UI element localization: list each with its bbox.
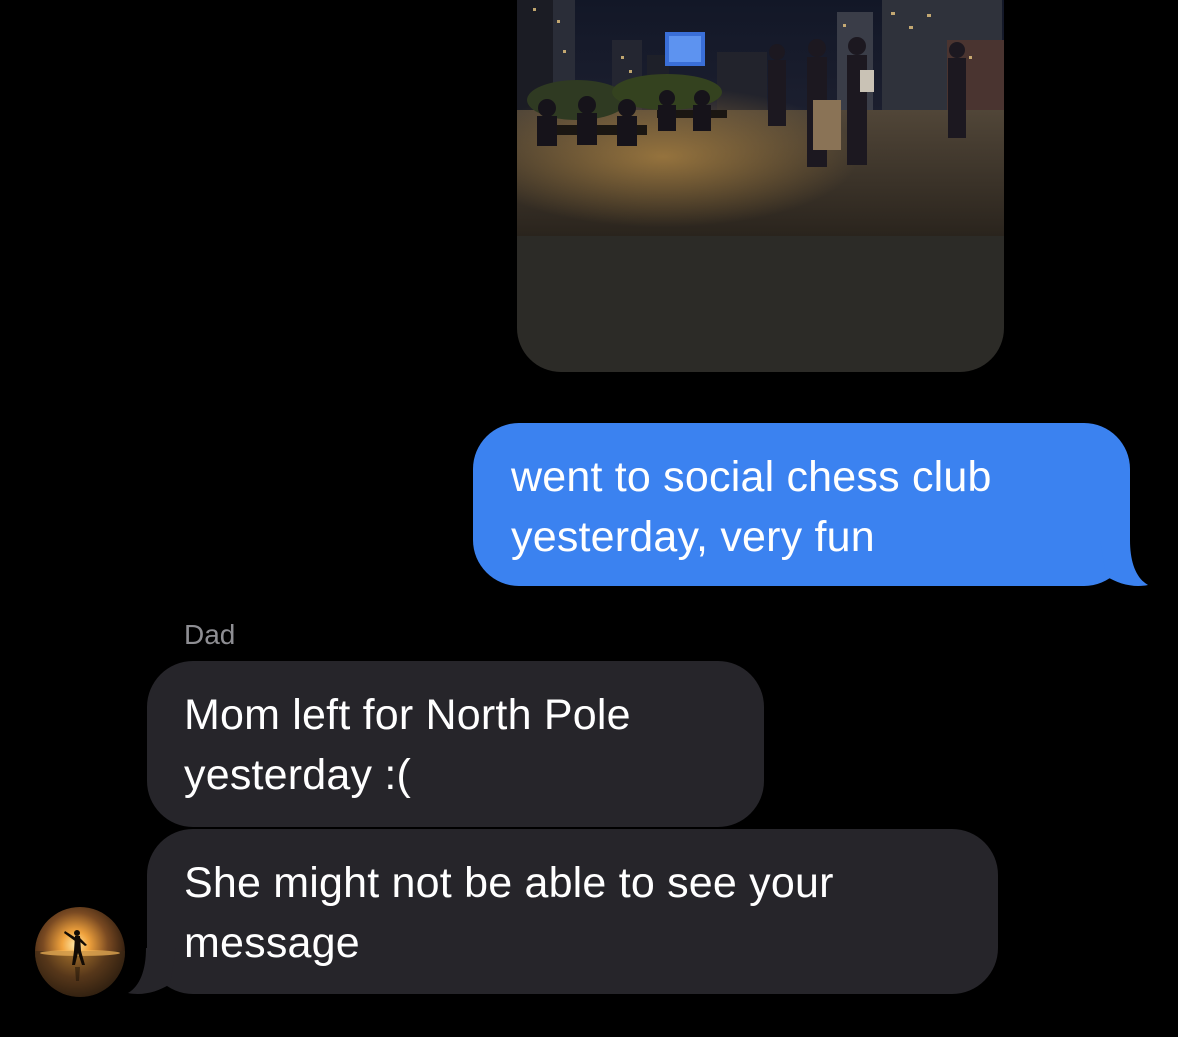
received-message-bubble[interactable]: She might not be able to see your messag… [147,829,998,994]
photo-message-bubble[interactable] [517,0,1004,372]
received-message-bubble[interactable]: Mom left for North Pole yesterday :( [147,661,764,827]
message-thread: went to social chess club yesterday, ver… [0,0,1178,1037]
sent-bubble-tail [1100,540,1148,586]
received-message-text: She might not be able to see your messag… [184,859,834,967]
sent-message-bubble[interactable]: went to social chess club yesterday, ver… [473,423,1130,586]
received-message-text: Mom left for North Pole yesterday :( [184,691,631,799]
sender-name-label: Dad [184,619,236,650]
rooftop-photo-image[interactable] [517,0,1004,236]
received-bubble-tail [128,948,176,994]
sunset-silhouette-avatar-icon[interactable] [35,907,125,997]
sent-message-text: went to social chess club yesterday, ver… [511,453,992,561]
